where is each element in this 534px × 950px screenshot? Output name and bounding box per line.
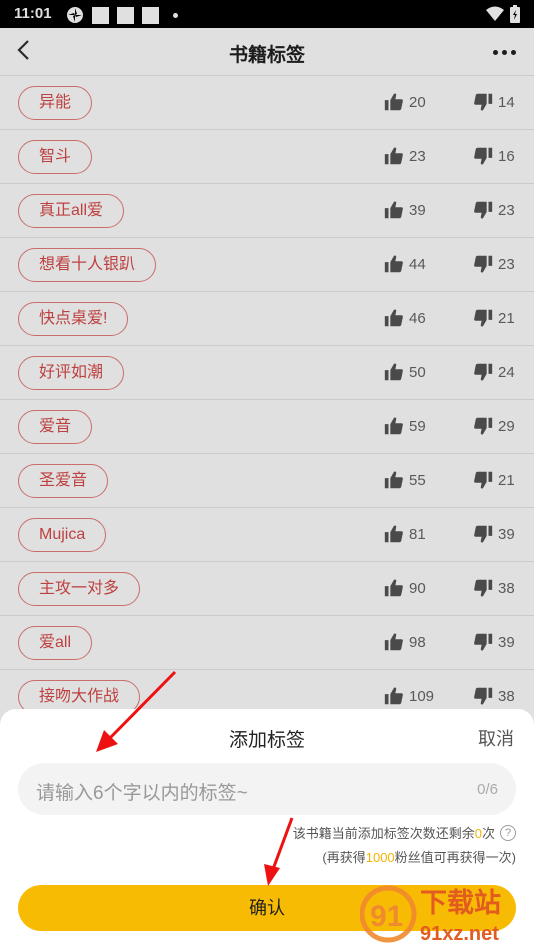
watermark-logo: 91 下载站 91xz.net xyxy=(359,878,530,948)
gain-amount: 1000 xyxy=(365,850,395,865)
remain-count: 0 xyxy=(474,826,482,841)
gain-hint-text: (再获得1000粉丝值可再获得一次) xyxy=(322,847,516,866)
watermark-logo-mark: 91 xyxy=(370,900,403,933)
cancel-button[interactable]: 取消 xyxy=(478,725,514,751)
gain-suffix: 粉丝值可再获得一次) xyxy=(394,850,516,865)
watermark-brand: 下载站 xyxy=(420,888,501,919)
gain-prefix: (再获得 xyxy=(322,850,366,865)
tag-input-placeholder: 请输入6个字以内的标签~ xyxy=(36,783,248,804)
tag-input[interactable]: 请输入6个字以内的标签~ 0/6 xyxy=(18,763,516,815)
sheet-title: 添加标签 xyxy=(228,730,305,751)
remaining-attempts-text: 该书籍当前添加标签次数还剩余0次 ? xyxy=(293,823,516,842)
remain-suffix: 次 xyxy=(481,826,495,841)
help-icon[interactable]: ? xyxy=(500,824,516,841)
watermark-domain: 91xz.net xyxy=(420,923,499,945)
char-counter: 0/6 xyxy=(477,781,498,798)
remain-prefix: 该书籍当前添加标签次数还剩余 xyxy=(292,826,475,841)
